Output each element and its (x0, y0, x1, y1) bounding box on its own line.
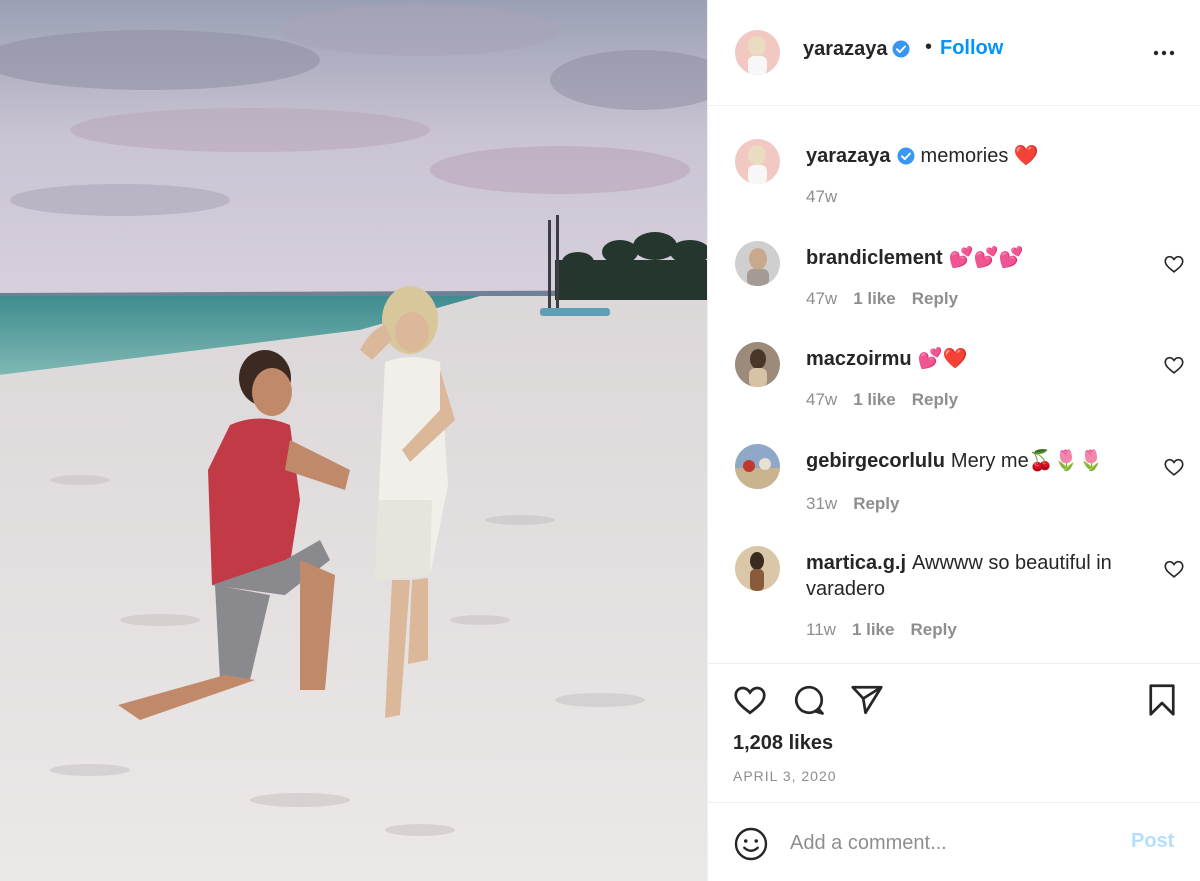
comment-avatar-image (735, 444, 780, 489)
comment-text: maczoirmu 💕❤️ (806, 346, 1146, 372)
post-date[interactable]: APRIL 3, 2020 (733, 768, 837, 784)
comments-list[interactable]: yarazaya memories ❤️ 47w brandiclement 💕💕💕… (708, 107, 1200, 663)
comment-username[interactable]: maczoirmu (806, 348, 912, 370)
author-avatar-image (735, 30, 780, 75)
comment-body: memories ❤️ (920, 145, 1039, 167)
comment-text: martica.g.j Awwww so beautiful in varader… (806, 550, 1146, 602)
share-paper-plane-icon[interactable] (849, 682, 885, 718)
post-details-panel: yarazaya • Follow yarazaya memories ❤️ 47… (707, 0, 1200, 881)
comment-time[interactable]: 47w (806, 289, 837, 308)
comment-avatar[interactable] (735, 444, 780, 489)
comment-body: Mery me🍒🌷🌷 (950, 450, 1104, 472)
comment-username[interactable]: brandiclement (806, 247, 943, 269)
author-username-text[interactable]: yarazaya (803, 38, 888, 60)
comment-avatar-image (735, 241, 780, 286)
comment-likes[interactable]: 1 like (852, 620, 895, 639)
author-username[interactable]: yarazaya (803, 38, 910, 61)
caption-text: yarazaya memories ❤️ (806, 143, 1146, 169)
comment-meta: 47w 1 like Reply (806, 390, 974, 410)
comment-time[interactable]: 47w (806, 390, 837, 409)
comment-meta: 31w Reply (806, 494, 915, 514)
comment-avatar[interactable] (735, 546, 780, 591)
emoji-smiley-icon[interactable] (733, 826, 769, 862)
comment-meta: 47w (806, 187, 853, 207)
author-avatar[interactable] (735, 30, 780, 75)
likes-count[interactable]: 1,208 likes (733, 732, 833, 755)
more-options-icon[interactable] (1152, 41, 1176, 65)
reply-button[interactable]: Reply (910, 620, 956, 639)
comment-avatar[interactable] (735, 342, 780, 387)
separator-dot: • (925, 36, 933, 58)
save-bookmark-icon[interactable] (1144, 682, 1180, 718)
reply-button[interactable]: Reply (853, 494, 899, 513)
comment-like-heart-icon[interactable] (1163, 558, 1185, 580)
beach-proposal-image (0, 0, 707, 881)
comment-time[interactable]: 47w (806, 187, 837, 206)
post-header: yarazaya • Follow (708, 0, 1200, 106)
post-comment-button[interactable]: Post (1131, 830, 1174, 853)
reply-button[interactable]: Reply (912, 289, 958, 308)
comment-text: brandiclement 💕💕💕 (806, 245, 1146, 271)
reply-button[interactable]: Reply (912, 390, 958, 409)
verified-badge-icon (892, 40, 910, 58)
comment-meta: 47w 1 like Reply (806, 289, 974, 309)
comment-avatar-image (735, 546, 780, 591)
comment-body: 💕💕💕 (948, 247, 1024, 269)
comment-input[interactable] (790, 827, 1110, 859)
caption-avatar-image (735, 139, 780, 184)
comment-like-heart-icon[interactable] (1163, 456, 1185, 478)
comment-like-heart-icon[interactable] (1163, 354, 1185, 376)
comment-avatar-image (735, 342, 780, 387)
comment-likes[interactable]: 1 like (853, 390, 896, 409)
comment-avatar[interactable] (735, 241, 780, 286)
comment-bubble-icon[interactable] (791, 682, 827, 718)
comment-meta: 11w 1 like Reply (806, 620, 973, 640)
comment-username[interactable]: martica.g.j (806, 552, 906, 574)
comment-body: 💕❤️ (917, 348, 968, 370)
comment-username[interactable]: gebirgecorlulu (806, 450, 945, 472)
post-photo[interactable] (0, 0, 707, 881)
caption-avatar[interactable] (735, 139, 780, 184)
comment-like-heart-icon[interactable] (1163, 253, 1185, 275)
comment-time[interactable]: 31w (806, 494, 837, 513)
comment-username[interactable]: yarazaya (806, 145, 891, 167)
comment-likes[interactable]: 1 like (853, 289, 896, 308)
post-actions: 1,208 likes APRIL 3, 2020 (708, 663, 1200, 803)
comment-time[interactable]: 11w (806, 620, 836, 639)
comment-text: gebirgecorlulu Mery me🍒🌷🌷 (806, 448, 1146, 474)
like-heart-icon[interactable] (732, 682, 768, 718)
add-comment-bar: Post (708, 802, 1200, 881)
verified-badge-icon (897, 147, 915, 165)
follow-button[interactable]: Follow (940, 37, 1003, 60)
